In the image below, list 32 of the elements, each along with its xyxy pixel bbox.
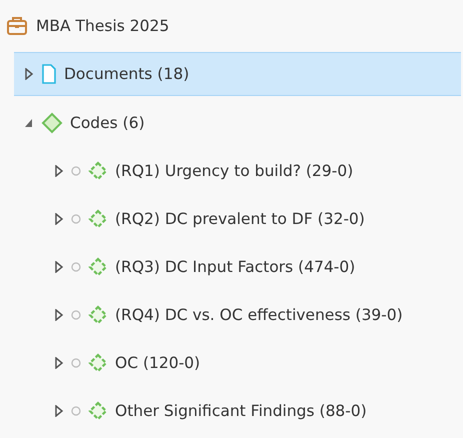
tree-item[interactable]: (RQ2) DC prevalent to DF (32-0) bbox=[0, 198, 463, 240]
expander-icon[interactable] bbox=[54, 309, 64, 321]
tree-item[interactable]: (RQ4) DC vs. OC effectiveness (39-0) bbox=[0, 294, 463, 336]
expander-icon[interactable] bbox=[24, 117, 34, 129]
briefcase-icon bbox=[6, 16, 28, 36]
circle-icon bbox=[71, 406, 81, 416]
project-title: MBA Thesis 2025 bbox=[36, 17, 170, 35]
circle-icon bbox=[71, 214, 81, 224]
diamond-icon bbox=[88, 257, 108, 277]
document-icon bbox=[41, 64, 57, 84]
diamond-icon bbox=[88, 161, 108, 181]
expander-icon[interactable] bbox=[54, 405, 64, 417]
expander-icon[interactable] bbox=[54, 261, 64, 273]
diamond-icon bbox=[88, 305, 108, 325]
tree-item[interactable]: Other Significant Findings (88-0) bbox=[0, 390, 463, 432]
tree-item[interactable]: (RQ3) DC Input Factors (474-0) bbox=[0, 246, 463, 288]
tree-item[interactable]: Codes (6) bbox=[0, 102, 463, 144]
diamond-icon bbox=[88, 401, 108, 421]
tree-item[interactable]: Documents (18) bbox=[14, 52, 461, 96]
expander-icon[interactable] bbox=[54, 165, 64, 177]
diamond-icon bbox=[41, 112, 63, 134]
diamond-icon bbox=[88, 353, 108, 373]
tree-item[interactable]: (RQ1) Urgency to build? (29-0) bbox=[0, 150, 463, 192]
circle-icon bbox=[71, 310, 81, 320]
diamond-icon bbox=[88, 209, 108, 229]
circle-icon bbox=[71, 358, 81, 368]
expander-icon[interactable] bbox=[54, 357, 64, 369]
expander-icon[interactable] bbox=[54, 213, 64, 225]
tree-item[interactable]: OC (120-0) bbox=[0, 342, 463, 384]
circle-icon bbox=[71, 262, 81, 272]
expander-icon[interactable] bbox=[24, 68, 34, 80]
circle-icon bbox=[71, 166, 81, 176]
